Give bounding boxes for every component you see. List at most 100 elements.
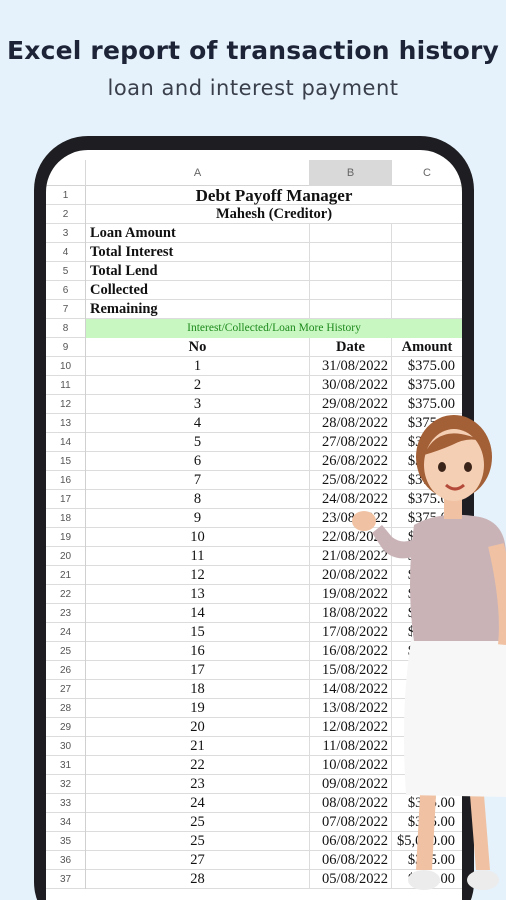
table-row: 11 2 30/08/2022 $375.00 — [46, 376, 462, 395]
page-headline: Excel report of transaction history — [6, 36, 500, 65]
row-number[interactable]: 9 — [46, 338, 86, 357]
no-cell[interactable]: 12 — [86, 566, 310, 585]
row-number[interactable]: 36 — [46, 851, 86, 870]
row-number[interactable]: 34 — [46, 813, 86, 832]
no-cell[interactable]: 1 — [86, 357, 310, 376]
sheet-title-cell[interactable]: Debt Payoff Manager — [86, 186, 462, 205]
row-number[interactable]: 29 — [46, 718, 86, 737]
column-header-c[interactable]: C — [392, 160, 462, 186]
date-cell[interactable]: 30/08/2022 — [310, 376, 392, 395]
row-number[interactable]: 33 — [46, 794, 86, 813]
remaining-label-cell[interactable]: Remaining — [86, 300, 310, 319]
no-cell[interactable]: 5 — [86, 433, 310, 452]
row-number[interactable]: 18 — [46, 509, 86, 528]
no-cell[interactable]: 20 — [86, 718, 310, 737]
row-number[interactable]: 4 — [46, 243, 86, 262]
row-number[interactable]: 25 — [46, 642, 86, 661]
row-number[interactable]: 19 — [46, 528, 86, 547]
row-number[interactable]: 30 — [46, 737, 86, 756]
no-cell[interactable]: 17 — [86, 661, 310, 680]
row-number[interactable]: 37 — [46, 870, 86, 889]
no-cell[interactable]: 13 — [86, 585, 310, 604]
loan-amount-label-cell[interactable]: Loan Amount — [86, 224, 310, 243]
date-header-cell[interactable]: Date — [310, 338, 392, 357]
no-cell[interactable]: 23 — [86, 775, 310, 794]
row-number[interactable]: 17 — [46, 490, 86, 509]
no-cell[interactable]: 24 — [86, 794, 310, 813]
row-number[interactable]: 12 — [46, 395, 86, 414]
no-cell[interactable]: 4 — [86, 414, 310, 433]
no-cell[interactable]: 27 — [86, 851, 310, 870]
row-number[interactable]: 26 — [46, 661, 86, 680]
row-number[interactable]: 10 — [46, 357, 86, 376]
remaining-value-cell[interactable] — [310, 300, 392, 319]
no-cell[interactable]: 25 — [86, 813, 310, 832]
total-interest-value-cell[interactable] — [310, 243, 392, 262]
select-all-corner[interactable] — [46, 160, 86, 186]
no-cell[interactable]: 14 — [86, 604, 310, 623]
row-number[interactable]: 1 — [46, 186, 86, 205]
sheet-row: 4 Total Interest — [46, 243, 462, 262]
no-cell[interactable]: 10 — [86, 528, 310, 547]
amount-header-cell[interactable]: Amount — [392, 338, 462, 357]
creditor-cell[interactable]: Mahesh (Creditor) — [86, 205, 462, 224]
row-number[interactable]: 16 — [46, 471, 86, 490]
total-lend-label-cell[interactable]: Total Lend — [86, 262, 310, 281]
amount-cell[interactable]: $375.00 — [392, 357, 462, 376]
no-cell[interactable]: 7 — [86, 471, 310, 490]
collected-label-cell[interactable]: Collected — [86, 281, 310, 300]
no-cell[interactable]: 15 — [86, 623, 310, 642]
sheet-row: 1 Debt Payoff Manager — [46, 186, 462, 205]
row-number[interactable]: 15 — [46, 452, 86, 471]
no-cell[interactable]: 25 — [86, 832, 310, 851]
row-number[interactable]: 27 — [46, 680, 86, 699]
total-interest-label-cell[interactable]: Total Interest — [86, 243, 310, 262]
row-number[interactable]: 2 — [46, 205, 86, 224]
row-number[interactable]: 23 — [46, 604, 86, 623]
row-number[interactable]: 13 — [46, 414, 86, 433]
no-cell[interactable]: 28 — [86, 870, 310, 889]
row-number[interactable]: 24 — [46, 623, 86, 642]
row-number[interactable]: 14 — [46, 433, 86, 452]
row-number[interactable]: 21 — [46, 566, 86, 585]
no-header-cell[interactable]: No — [86, 338, 310, 357]
row-number[interactable]: 20 — [46, 547, 86, 566]
page-subheadline: loan and interest payment — [107, 76, 399, 100]
no-cell[interactable]: 8 — [86, 490, 310, 509]
sheet-row: 9 No Date Amount — [46, 338, 462, 357]
column-header-b[interactable]: B — [310, 160, 392, 186]
no-cell[interactable]: 22 — [86, 756, 310, 775]
row-number[interactable]: 31 — [46, 756, 86, 775]
no-cell[interactable]: 19 — [86, 699, 310, 718]
woman-character-illustration — [352, 415, 506, 890]
row-number[interactable]: 35 — [46, 832, 86, 851]
sheet-row: 3 Loan Amount — [46, 224, 462, 243]
row-number[interactable]: 6 — [46, 281, 86, 300]
row-number[interactable]: 32 — [46, 775, 86, 794]
amount-cell[interactable]: $375.00 — [392, 376, 462, 395]
row-number[interactable]: 5 — [46, 262, 86, 281]
date-cell[interactable]: 31/08/2022 — [310, 357, 392, 376]
no-cell[interactable]: 3 — [86, 395, 310, 414]
no-cell[interactable]: 11 — [86, 547, 310, 566]
no-cell[interactable]: 21 — [86, 737, 310, 756]
sheet-row: 5 Total Lend — [46, 262, 462, 281]
sheet-row: 8 Interest/Collected/Loan More History — [46, 319, 462, 338]
row-number[interactable]: 8 — [46, 319, 86, 338]
row-number[interactable]: 3 — [46, 224, 86, 243]
row-number[interactable]: 7 — [46, 300, 86, 319]
row-number[interactable]: 22 — [46, 585, 86, 604]
no-cell[interactable]: 16 — [86, 642, 310, 661]
loan-amount-value-cell[interactable] — [310, 224, 392, 243]
row-number[interactable]: 11 — [46, 376, 86, 395]
history-title-cell[interactable]: Interest/Collected/Loan More History — [86, 319, 462, 338]
collected-value-cell[interactable] — [310, 281, 392, 300]
no-cell[interactable]: 2 — [86, 376, 310, 395]
column-header-a[interactable]: A — [86, 160, 310, 186]
no-cell[interactable]: 6 — [86, 452, 310, 471]
column-header-bar: A B C — [46, 160, 462, 186]
no-cell[interactable]: 9 — [86, 509, 310, 528]
row-number[interactable]: 28 — [46, 699, 86, 718]
no-cell[interactable]: 18 — [86, 680, 310, 699]
total-lend-value-cell[interactable] — [310, 262, 392, 281]
